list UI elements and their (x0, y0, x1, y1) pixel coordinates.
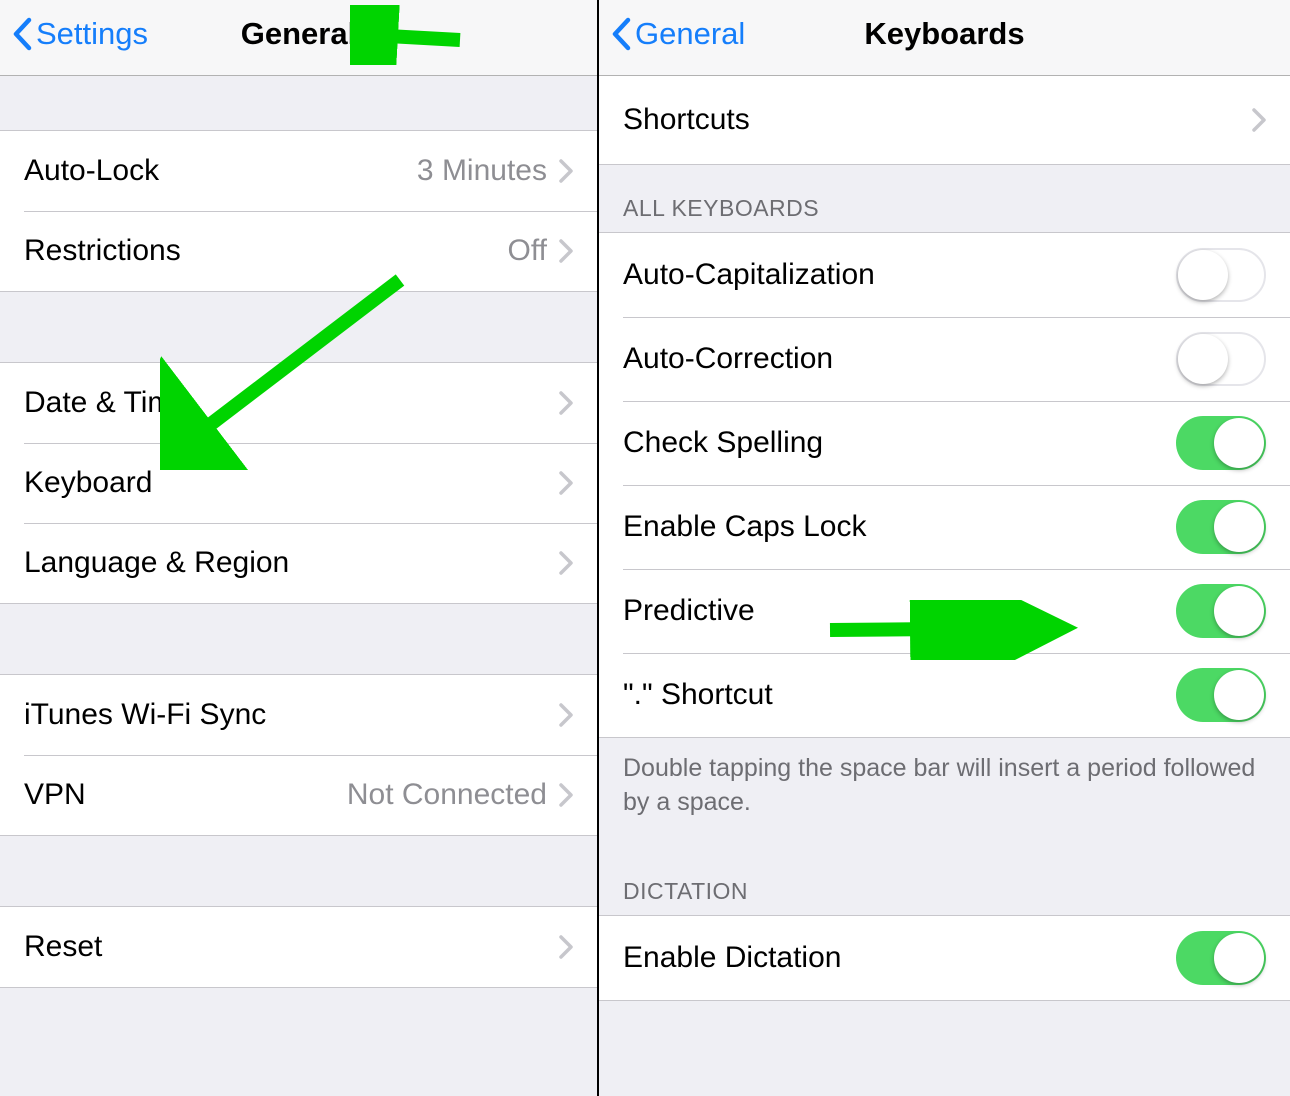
toggle-knob (1178, 250, 1228, 300)
chevron-left-icon (12, 17, 32, 51)
toggle-knob (1214, 670, 1264, 720)
row-label: Enable Dictation (623, 941, 1176, 975)
toggle-knob (1214, 933, 1264, 983)
group-itunes-vpn: iTunes Wi-Fi Sync VPN Not Connected (0, 674, 597, 836)
gap (0, 292, 597, 362)
section-footer-period: Double tapping the space bar will insert… (599, 738, 1290, 830)
settings-keyboards-screen: General Keyboards Shortcuts ALL KEYBOARD… (599, 0, 1290, 1096)
toggle-check-spelling[interactable] (1176, 416, 1266, 470)
chevron-right-icon (559, 783, 573, 807)
row-label: Enable Caps Lock (623, 510, 1176, 544)
row-label: Restrictions (24, 234, 508, 268)
group-keyboard-options: Auto-Capitalization Auto-Correction Chec… (599, 232, 1290, 738)
row-vpn[interactable]: VPN Not Connected (0, 755, 597, 835)
content-right: Shortcuts ALL KEYBOARDS Auto-Capitalizat… (599, 76, 1290, 1096)
row-predictive[interactable]: Predictive (599, 569, 1290, 653)
gap (0, 604, 597, 674)
toggle-auto-capitalization[interactable] (1176, 248, 1266, 302)
row-enable-dictation[interactable]: Enable Dictation (599, 916, 1290, 1000)
chevron-right-icon (559, 159, 573, 183)
row-label: Keyboard (24, 466, 559, 500)
row-language-region[interactable]: Language & Region (0, 523, 597, 603)
content-left: Auto-Lock 3 Minutes Restrictions Off Dat… (0, 76, 597, 1096)
row-auto-lock[interactable]: Auto-Lock 3 Minutes (0, 131, 597, 211)
toggle-knob (1214, 586, 1264, 636)
chevron-right-icon (559, 471, 573, 495)
group-lock-restrictions: Auto-Lock 3 Minutes Restrictions Off (0, 130, 597, 292)
chevron-right-icon (1252, 108, 1266, 132)
toggle-knob (1178, 334, 1228, 384)
chevron-left-icon (611, 17, 631, 51)
toggle-predictive[interactable] (1176, 584, 1266, 638)
back-label: Settings (36, 16, 148, 52)
chevron-right-icon (559, 239, 573, 263)
back-button-settings[interactable]: Settings (12, 16, 148, 52)
back-button-general[interactable]: General (611, 16, 745, 52)
toggle-enable-dictation[interactable] (1176, 931, 1266, 985)
row-label: Shortcuts (623, 103, 1252, 137)
section-header-all-keyboards: ALL KEYBOARDS (599, 165, 1290, 232)
toggle-period-shortcut[interactable] (1176, 668, 1266, 722)
row-label: Check Spelling (623, 426, 1176, 460)
toggle-auto-correction[interactable] (1176, 332, 1266, 386)
gap (0, 76, 597, 130)
row-label: Auto-Correction (623, 342, 1176, 376)
row-label: Predictive (623, 594, 1176, 628)
row-label: Reset (24, 930, 559, 964)
row-label: Language & Region (24, 546, 559, 580)
group-dictation: Enable Dictation (599, 915, 1290, 1001)
row-shortcuts[interactable]: Shortcuts (599, 76, 1290, 164)
gap (0, 836, 597, 906)
section-header-dictation: DICTATION (599, 830, 1290, 915)
row-date-time[interactable]: Date & Time (0, 363, 597, 443)
row-restrictions[interactable]: Restrictions Off (0, 211, 597, 291)
row-reset[interactable]: Reset (0, 907, 597, 987)
navbar-left: Settings General (0, 0, 597, 76)
row-enable-caps-lock[interactable]: Enable Caps Lock (599, 485, 1290, 569)
settings-general-screen: Settings General Auto-Lock 3 Minutes Res… (0, 0, 597, 1096)
row-auto-correction[interactable]: Auto-Correction (599, 317, 1290, 401)
toggle-knob (1214, 418, 1264, 468)
row-itunes-wifi-sync[interactable]: iTunes Wi-Fi Sync (0, 675, 597, 755)
back-label: General (635, 16, 745, 52)
toggle-knob (1214, 502, 1264, 552)
row-label: VPN (24, 778, 347, 812)
group-reset: Reset (0, 906, 597, 988)
row-label: Auto-Capitalization (623, 258, 1176, 292)
row-label: iTunes Wi-Fi Sync (24, 698, 559, 732)
row-period-shortcut[interactable]: "." Shortcut (599, 653, 1290, 737)
row-label: "." Shortcut (623, 678, 1176, 712)
row-value: 3 Minutes (417, 154, 547, 188)
chevron-right-icon (559, 935, 573, 959)
row-value: Off (508, 234, 547, 268)
row-label: Date & Time (24, 386, 559, 420)
row-label: Auto-Lock (24, 154, 417, 188)
chevron-right-icon (559, 551, 573, 575)
row-keyboard[interactable]: Keyboard (0, 443, 597, 523)
navbar-right: General Keyboards (599, 0, 1290, 76)
row-check-spelling[interactable]: Check Spelling (599, 401, 1290, 485)
group-shortcuts: Shortcuts (599, 76, 1290, 165)
row-auto-capitalization[interactable]: Auto-Capitalization (599, 233, 1290, 317)
group-date-keyboard-lang: Date & Time Keyboard Language & Region (0, 362, 597, 604)
row-value: Not Connected (347, 778, 547, 812)
chevron-right-icon (559, 703, 573, 727)
chevron-right-icon (559, 391, 573, 415)
toggle-enable-caps-lock[interactable] (1176, 500, 1266, 554)
